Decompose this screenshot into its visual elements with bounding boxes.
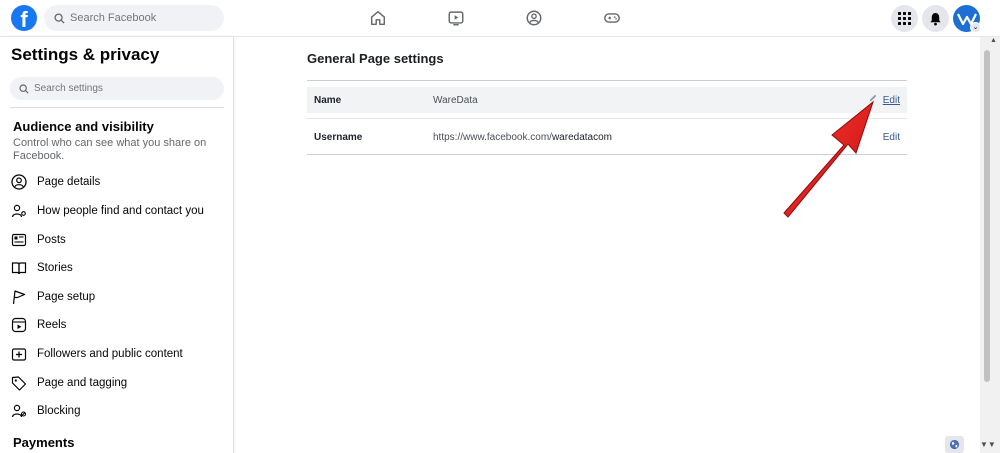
sidebar-title: Settings & privacy — [11, 45, 160, 64]
flag-icon — [12, 290, 26, 305]
sidebar-item-posts[interactable]: Posts — [10, 229, 224, 251]
sidebar-item-label: Reels — [37, 319, 67, 331]
sidebar-item-label: Stories — [37, 262, 73, 274]
search-facebook-input[interactable] — [70, 12, 210, 24]
sidebar-item-label: Posts — [37, 234, 66, 246]
section-title-audience: Audience and visibility — [13, 119, 154, 134]
sidebar-item-label: How people find and contact you — [37, 205, 204, 217]
search-settings-input[interactable] — [34, 83, 214, 94]
user-settings-icon — [11, 204, 26, 218]
sidebar-item-label: Followers and public content — [37, 348, 183, 360]
scrollbar-thumb[interactable] — [984, 50, 990, 382]
sidebar-item-page-tagging[interactable]: Page and tagging — [10, 372, 224, 394]
scroll-down-arrow-icon[interactable]: ▼▼ — [980, 440, 996, 449]
search-icon — [54, 12, 65, 24]
sidebar-item-find-contact[interactable]: How people find and contact you — [10, 200, 224, 222]
notifications-bell-icon — [930, 12, 941, 25]
table-divider-top — [307, 80, 907, 81]
row-label: Username — [314, 131, 363, 143]
scroll-up-arrow-icon[interactable]: ▲ — [990, 37, 997, 44]
globe-icon — [949, 439, 960, 450]
search-facebook-box[interactable] — [44, 5, 224, 31]
user-circle-icon — [11, 174, 27, 190]
sidebar-item-page-setup[interactable]: Page setup — [10, 286, 224, 308]
search-settings-box[interactable] — [10, 77, 224, 100]
menu-grid-button[interactable] — [891, 5, 918, 32]
menu-grid-icon — [898, 12, 911, 25]
edit-username-link[interactable]: Edit — [883, 132, 900, 143]
tag-icon — [11, 376, 27, 391]
sidebar-item-label: Page details — [37, 176, 101, 188]
sidebar-item-followers[interactable]: Followers and public content — [10, 343, 224, 365]
home-icon[interactable] — [369, 9, 387, 27]
add-box-icon — [11, 348, 27, 361]
facebook-logo-letter: f — [20, 7, 28, 31]
posts-icon — [11, 233, 27, 247]
row-label: Name — [314, 94, 342, 106]
sidebar-item-label: Page and tagging — [37, 377, 128, 389]
account-menu-chevron-icon[interactable]: ⌄ — [970, 22, 981, 33]
book-icon — [11, 262, 27, 275]
sidebar-item-label: Blocking — [37, 405, 81, 417]
section-description: Control who can see what you share on Fa… — [13, 137, 207, 162]
facebook-logo[interactable]: f — [11, 5, 37, 31]
page-title: General Page settings — [307, 51, 444, 66]
watch-icon[interactable] — [447, 9, 465, 27]
sidebar-item-stories[interactable]: Stories — [10, 257, 224, 279]
sidebar-item-reels[interactable]: Reels — [10, 314, 224, 336]
language-globe-button[interactable] — [945, 436, 964, 453]
gaming-icon[interactable] — [603, 9, 621, 27]
notifications-button[interactable] — [922, 5, 949, 32]
user-block-icon — [11, 404, 27, 418]
groups-icon[interactable] — [525, 9, 543, 27]
edit-name-link[interactable]: Edit — [883, 95, 900, 106]
page-scrollbar[interactable] — [980, 37, 1000, 453]
sidebar-item-label: Page setup — [37, 291, 96, 303]
red-annotation-arrow — [783, 100, 875, 218]
sidebar-item-page-details[interactable]: Page details — [10, 171, 224, 193]
search-icon — [19, 83, 29, 94]
reels-icon — [11, 317, 27, 333]
sidebar-item-blocking[interactable]: Blocking — [10, 400, 224, 422]
section-title-payments: Payments — [13, 435, 75, 450]
sidebar-divider — [10, 107, 224, 108]
top-navigation-bar: f Search Facebook ⌄ — [0, 0, 1000, 37]
settings-sidebar: Settings & privacy Audience and visibili… — [0, 37, 234, 453]
